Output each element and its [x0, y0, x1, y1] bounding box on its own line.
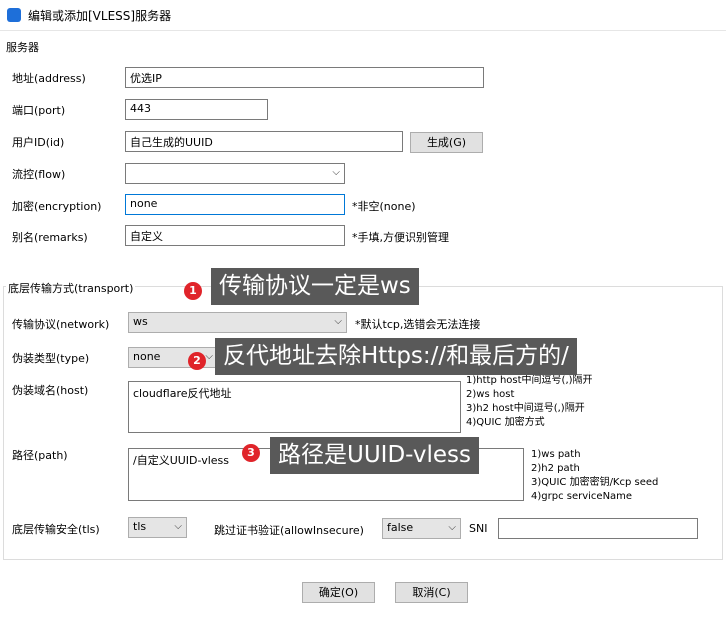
server-section-heading: 服务器: [6, 41, 39, 54]
port-input[interactable]: 443: [125, 99, 268, 120]
annotation-badge-1: 1: [184, 282, 202, 300]
path-hint-line: 1)ws path: [531, 449, 581, 460]
host-hint-line: 4)QUIC 加密方式: [466, 417, 545, 428]
type-select-value: none: [133, 350, 161, 363]
type-label: 伪装类型(type): [12, 352, 90, 365]
network-label: 传输协议(network): [12, 318, 110, 331]
ok-button[interactable]: 确定(O): [302, 582, 375, 603]
path-hints: 1)ws path 2)h2 path 3)QUIC 加密密钥/Kcp seed…: [531, 448, 658, 504]
transport-section-heading: 底层传输方式(transport): [6, 280, 136, 296]
address-label: 地址(address): [12, 72, 86, 85]
host-textarea[interactable]: cloudflare反代地址: [128, 381, 461, 433]
chevron-down-icon: ⌵: [205, 351, 213, 362]
encryption-hint: *非空(none): [352, 200, 416, 213]
remarks-label: 别名(remarks): [12, 231, 88, 244]
path-label: 路径(path): [12, 449, 68, 462]
tls-label: 底层传输安全(tls): [12, 523, 100, 536]
flow-select[interactable]: ⌵: [125, 163, 345, 184]
path-hint-line: 3)QUIC 加密密钥/Kcp seed: [531, 477, 659, 488]
annotation-badge-2: 2: [188, 352, 206, 370]
tls-select[interactable]: tls ⌵: [128, 517, 187, 538]
path-hint-line: 2)h2 path: [531, 463, 580, 474]
generate-button[interactable]: 生成(G): [410, 132, 483, 153]
remarks-input[interactable]: 自定义: [125, 225, 345, 246]
encryption-label: 加密(encryption): [12, 200, 102, 213]
network-select[interactable]: ws ⌵: [128, 312, 347, 333]
allow-insecure-select-value: false: [387, 521, 414, 534]
chevron-down-icon: ⌵: [448, 522, 456, 533]
port-label: 端口(port): [12, 104, 66, 117]
annotation-callout-2: 反代地址去除Https://和最后方的/: [215, 338, 577, 375]
path-hint-line: 4)grpc serviceName: [531, 491, 633, 502]
title-bar: 编辑或添加[VLESS]服务器: [0, 0, 726, 31]
cancel-button[interactable]: 取消(C): [395, 582, 468, 603]
sni-label: SNI: [469, 522, 488, 535]
remarks-hint: *手填,方便识别管理: [352, 231, 449, 244]
id-label: 用户ID(id): [12, 136, 65, 149]
user-id-input[interactable]: 自己生成的UUID: [125, 131, 403, 152]
allow-insecure-select[interactable]: false ⌵: [382, 518, 461, 539]
tls-select-value: tls: [133, 520, 147, 533]
app-icon: [7, 8, 21, 22]
chevron-down-icon: ⌵: [334, 316, 342, 327]
annotation-callout-3: 路径是UUID-vless: [270, 437, 479, 474]
host-hints: 1)http host中间逗号(,)隔开 2)ws host 3)h2 host…: [466, 374, 593, 430]
chevron-down-icon: ⌵: [174, 521, 182, 532]
host-hint-line: 2)ws host: [466, 389, 515, 400]
host-hint-line: 1)http host中间逗号(,)隔开: [466, 375, 593, 386]
annotation-callout-1: 传输协议一定是ws: [211, 268, 419, 305]
allow-insecure-label: 跳过证书验证(allowInsecure): [214, 524, 364, 537]
encryption-input[interactable]: none: [125, 194, 345, 215]
sni-input[interactable]: [498, 518, 698, 539]
annotation-badge-3: 3: [242, 444, 260, 462]
host-label: 伪装域名(host): [12, 384, 89, 397]
address-input[interactable]: 优选IP: [125, 67, 484, 88]
window-title: 编辑或添加[VLESS]服务器: [28, 9, 172, 23]
chevron-down-icon: ⌵: [332, 167, 340, 178]
flow-label: 流控(flow): [12, 168, 66, 181]
network-hint: *默认tcp,选错会无法连接: [355, 318, 481, 331]
network-select-value: ws: [133, 315, 148, 328]
host-hint-line: 3)h2 host中间逗号(,)隔开: [466, 403, 585, 414]
